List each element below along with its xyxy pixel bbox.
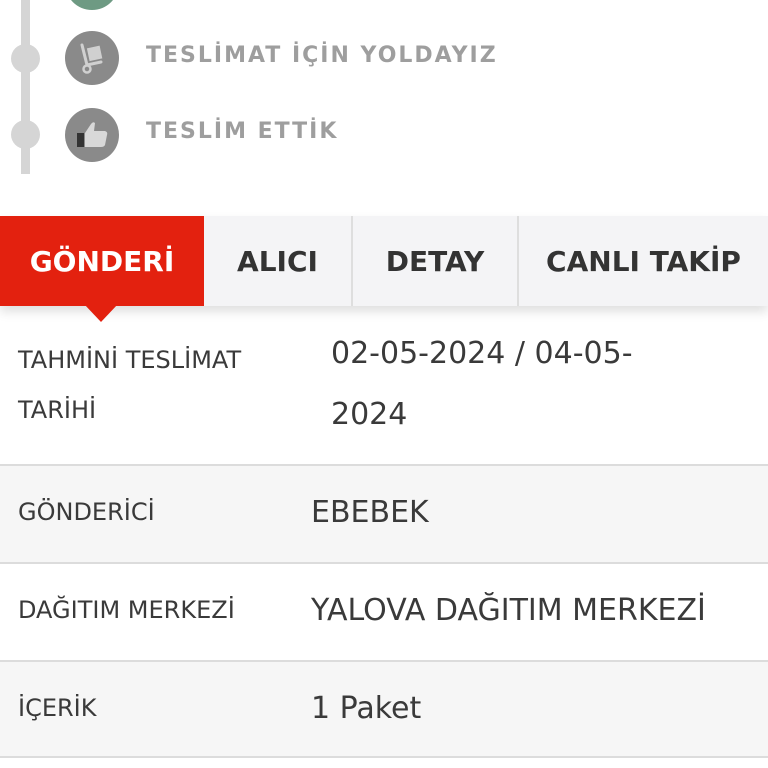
tab-canli-takip[interactable]: CANLI TAKİP xyxy=(519,216,768,306)
hand-truck-icon xyxy=(65,31,119,85)
detail-label: GÖNDERİCİ xyxy=(18,498,155,526)
detail-value: 1 Paket xyxy=(311,691,422,726)
detail-value: 2024 xyxy=(331,397,408,432)
detail-row-sender: GÖNDERİCİ EBEBEK xyxy=(0,466,768,564)
detail-row-estimated-delivery: TAHMİNİ TESLİMAT TARİHİ 02-05-2024 / 04-… xyxy=(0,306,768,466)
status-check-icon xyxy=(65,0,119,10)
detail-label: TARİHİ xyxy=(18,396,97,424)
thumbs-up-icon xyxy=(65,108,119,162)
timeline-step-label: TESLİMAT İÇİN YOLDAYIZ xyxy=(146,43,498,68)
timeline-step-label: TESLİM ETTİK xyxy=(146,119,339,144)
detail-label: TAHMİNİ TESLİMAT xyxy=(18,346,242,374)
tab-detay[interactable]: DETAY xyxy=(353,216,519,306)
delivery-status-timeline: TESLİMAT İÇİN YOLDAYIZ TESLİM ETTİK xyxy=(0,0,768,216)
detail-value: EBEBEK xyxy=(311,495,429,530)
timeline-dot xyxy=(11,44,40,73)
tab-alici[interactable]: ALICI xyxy=(204,216,353,306)
detail-value: 02-05-2024 / 04-05- xyxy=(331,336,633,371)
detail-value: YALOVA DAĞITIM MERKEZİ xyxy=(311,593,706,628)
detail-row-distribution-center: DAĞITIM MERKEZİ YALOVA DAĞITIM MERKEZİ xyxy=(0,564,768,662)
tab-gonderi[interactable]: GÖNDERİ xyxy=(0,216,204,306)
detail-row-contents: İÇERİK 1 Paket xyxy=(0,662,768,758)
detail-label: DAĞITIM MERKEZİ xyxy=(18,596,235,624)
active-tab-indicator xyxy=(84,304,118,322)
shipment-tabs: GÖNDERİ ALICI DETAY CANLI TAKİP xyxy=(0,216,768,306)
timeline-dot xyxy=(11,120,40,149)
detail-label: İÇERİK xyxy=(18,694,97,722)
